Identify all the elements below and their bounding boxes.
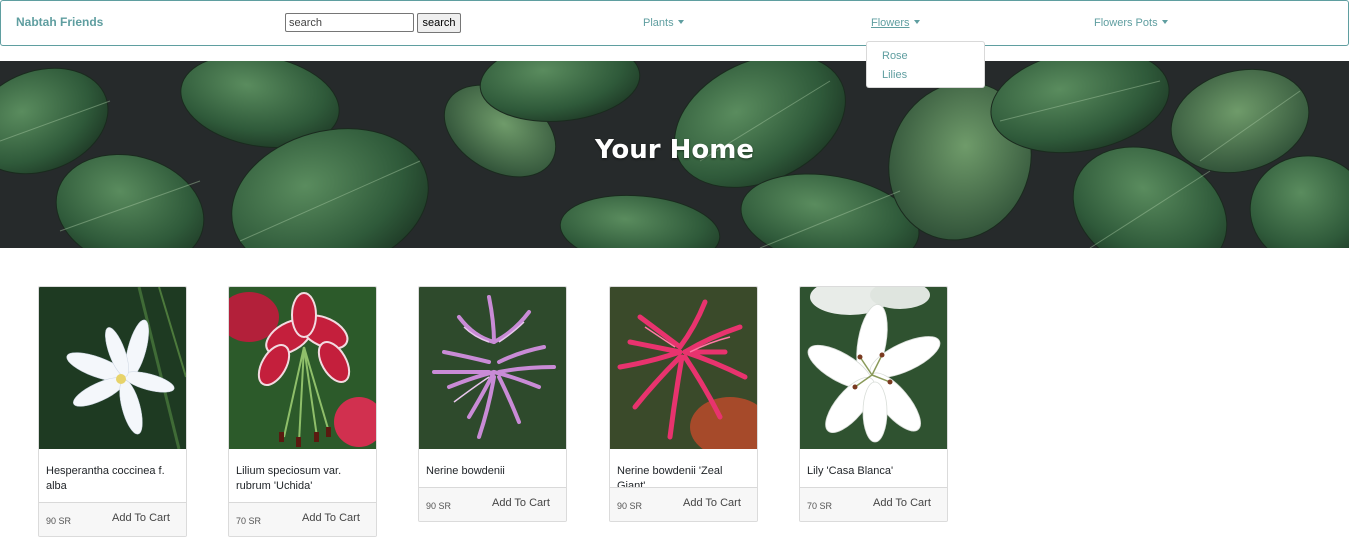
nav-flowers-pots-label: Flowers Pots [1094, 17, 1158, 29]
product-price: 90 SR [617, 501, 643, 511]
product-name: Nerine bowdenii [426, 465, 505, 477]
card-footer: 90 SR Add To Cart [610, 487, 757, 521]
product-price: 90 SR [426, 501, 452, 511]
product-name: Lilium speciosum var. rubrum 'Uchida' [236, 465, 342, 492]
add-to-cart-button[interactable]: Add To Cart [302, 512, 360, 524]
product-card: Lilium speciosum var. rubrum 'Uchida' 70… [228, 286, 377, 537]
nav-flowers[interactable]: Flowers [871, 17, 920, 29]
product-price: 90 SR [46, 516, 72, 526]
dropdown-item-rose[interactable]: Rose [882, 50, 908, 62]
product-price: 70 SR [807, 501, 833, 511]
add-to-cart-button[interactable]: Add To Cart [492, 497, 550, 509]
search-button[interactable]: search [417, 13, 461, 33]
product-price: 70 SR [236, 516, 262, 526]
product-image[interactable] [610, 287, 757, 449]
chevron-down-icon [1161, 20, 1168, 24]
hero-banner: Your Home [0, 61, 1349, 248]
nav-flowers-pots[interactable]: Flowers Pots [1094, 17, 1168, 29]
product-card: Hesperantha coccinea f. alba 90 SR Add T… [38, 286, 187, 537]
card-footer: 90 SR Add To Cart [39, 502, 186, 536]
brand-logo[interactable]: Nabtah Friends [16, 15, 103, 29]
chevron-down-icon [677, 20, 684, 24]
chevron-down-icon [913, 20, 920, 24]
product-image[interactable] [229, 287, 376, 449]
nav-plants-label: Plants [643, 17, 674, 29]
product-card: Nerine bowdenii 90 SR Add To Cart [418, 286, 567, 522]
product-card: Lily 'Casa Blanca' 70 SR Add To Cart [799, 286, 948, 522]
navbar: Nabtah Friends search Plants Flowers Flo… [0, 0, 1349, 46]
nav-flowers-label: Flowers [871, 17, 910, 29]
product-image[interactable] [419, 287, 566, 449]
product-image[interactable] [39, 287, 186, 449]
product-card: Nerine bowdenii 'Zeal Giant' 90 SR Add T… [609, 286, 758, 522]
add-to-cart-button[interactable]: Add To Cart [112, 512, 170, 524]
search-input[interactable] [285, 13, 414, 32]
card-footer: 70 SR Add To Cart [229, 502, 376, 536]
add-to-cart-button[interactable]: Add To Cart [683, 497, 741, 509]
add-to-cart-button[interactable]: Add To Cart [873, 497, 931, 509]
hero-title: Your Home [594, 135, 755, 165]
product-name: Lily 'Casa Blanca' [807, 465, 894, 477]
card-footer: 70 SR Add To Cart [800, 487, 947, 521]
product-image[interactable] [800, 287, 947, 449]
flowers-dropdown-menu: Rose Lilies [866, 41, 985, 88]
dropdown-item-lilies[interactable]: Lilies [882, 69, 907, 81]
card-footer: 90 SR Add To Cart [419, 487, 566, 521]
nav-plants[interactable]: Plants [643, 17, 684, 29]
product-name: Hesperantha coccinea f. alba [46, 465, 165, 492]
